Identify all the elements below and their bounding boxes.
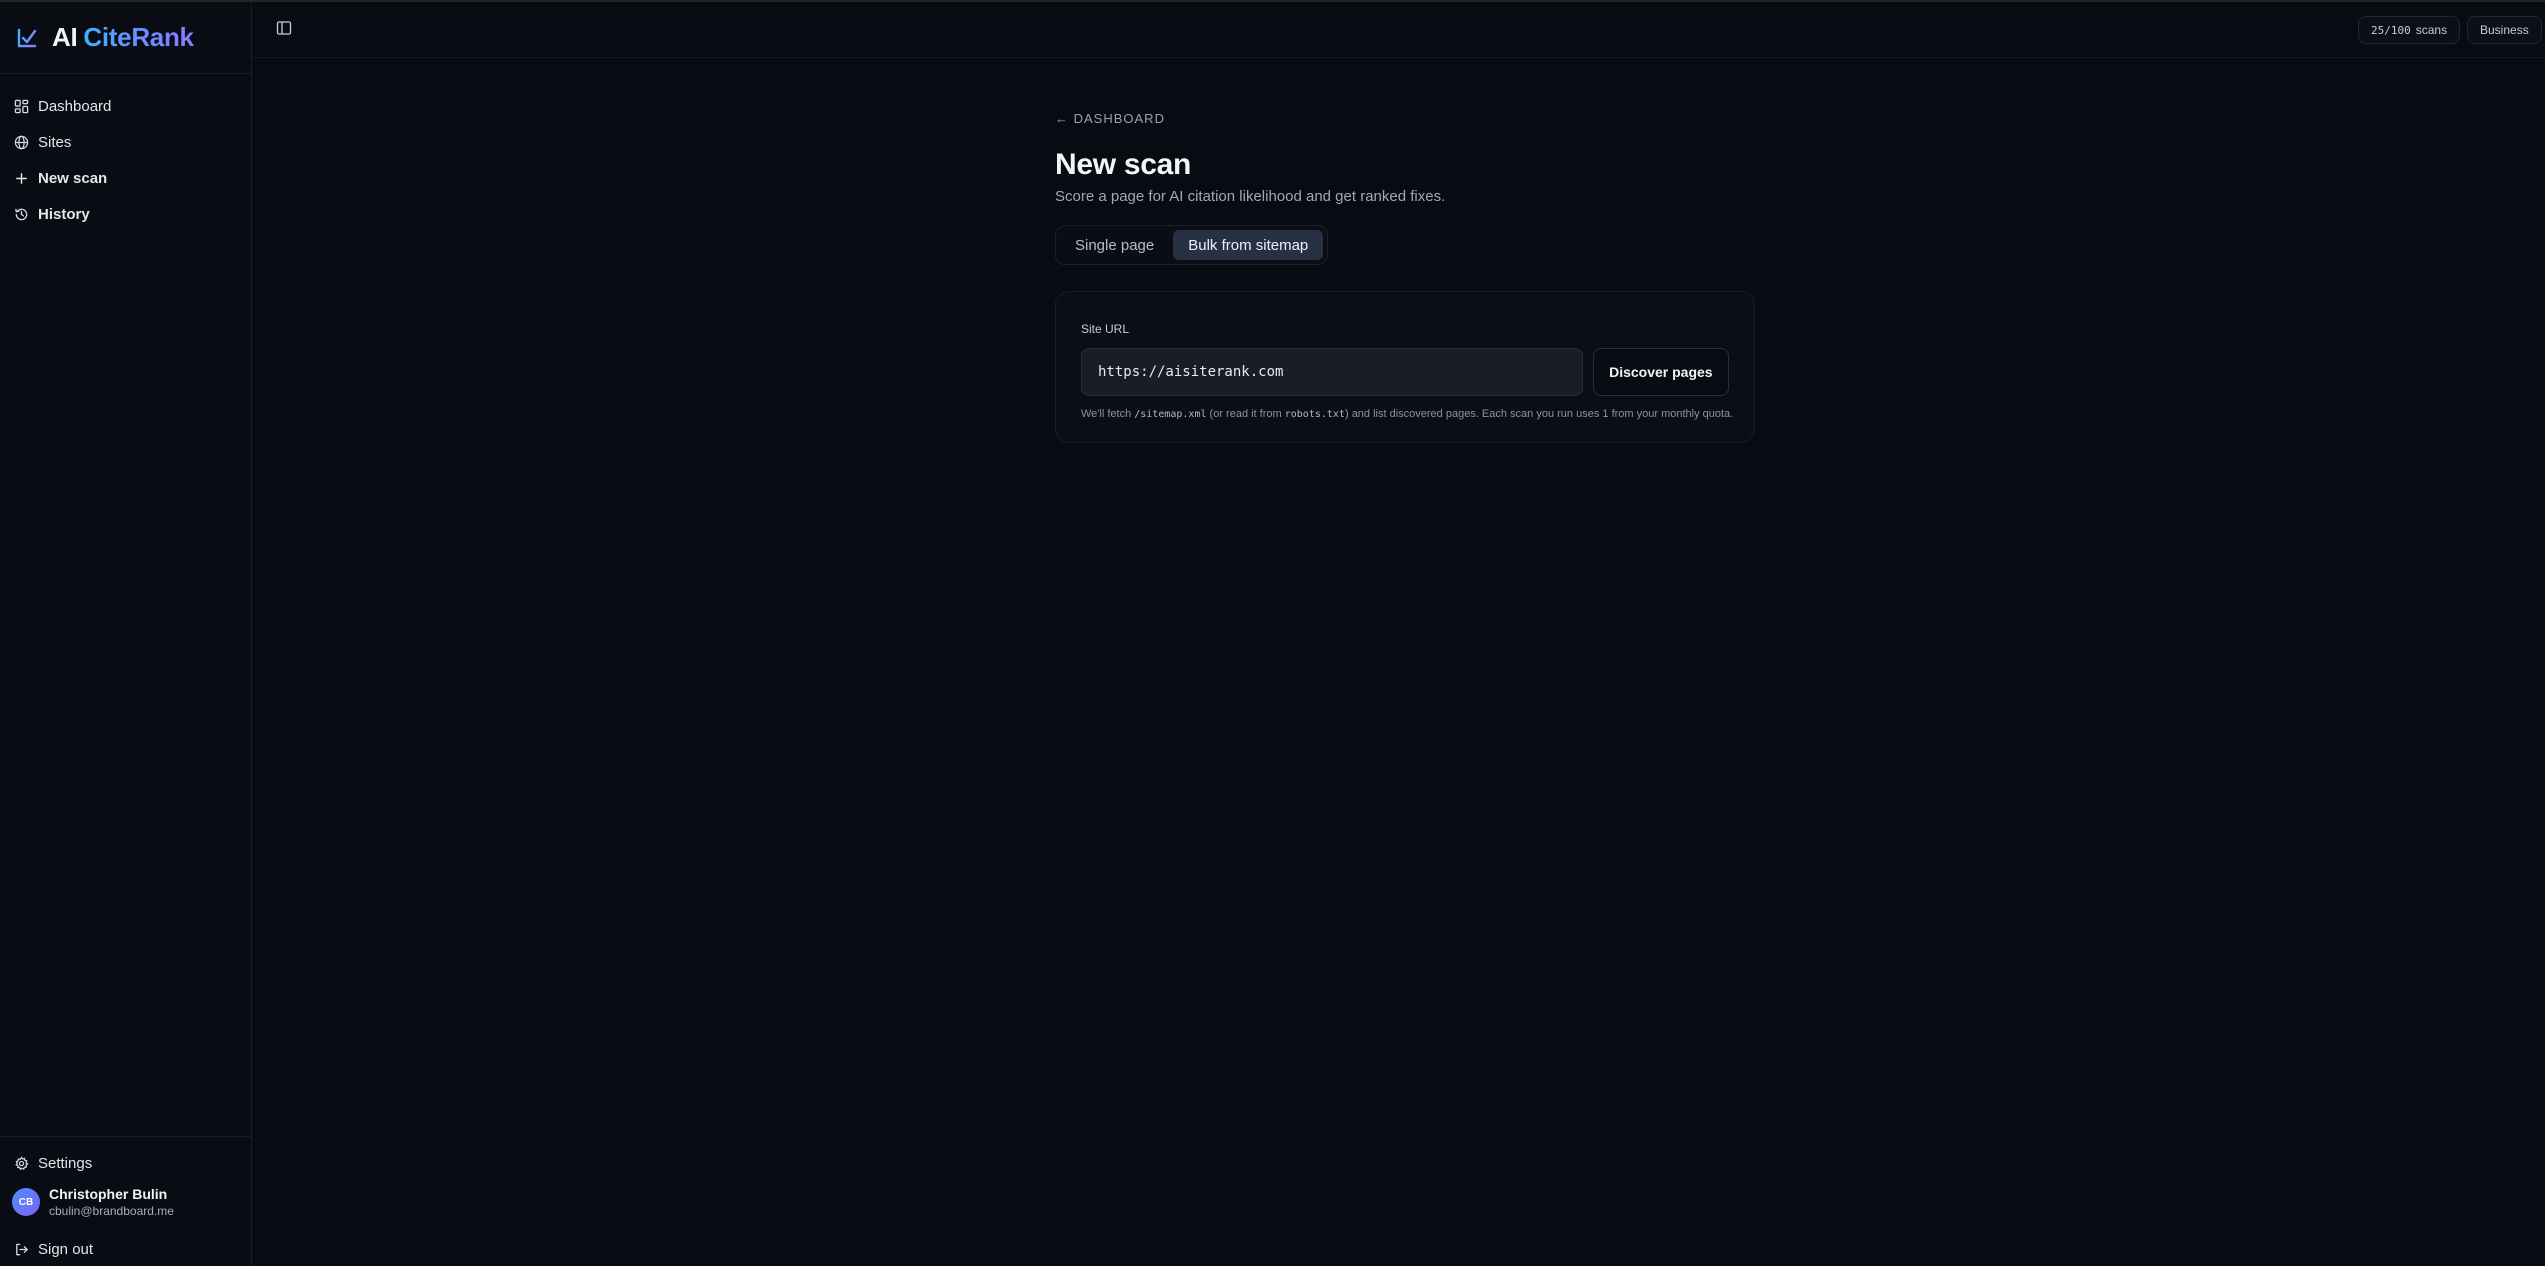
sign-out-icon xyxy=(14,1242,29,1257)
sidebar-item-sign-out[interactable]: Sign out xyxy=(0,1231,93,1266)
sidebar-toggle-icon[interactable] xyxy=(276,20,292,36)
page-title: New scan xyxy=(1055,148,1191,181)
dashboard-icon xyxy=(14,99,29,114)
scan-quota-badge: 25/100 scans xyxy=(2358,16,2461,44)
sidebar-item-label: New scan xyxy=(38,169,108,187)
user-profile[interactable]: CB Christopher Bulin cbulin@brandboard.m… xyxy=(12,1185,174,1219)
gear-icon xyxy=(14,1155,29,1171)
sidebar-nav: Dashboard Sites New scan History xyxy=(0,74,251,232)
scan-mode-tabs: Single page Bulk from sitemap xyxy=(1055,225,1329,265)
logo-icon xyxy=(17,28,37,47)
sidebar-item-settings[interactable]: Settings xyxy=(0,1145,92,1181)
top-bar: 25/100 scans Business xyxy=(252,2,2545,58)
brand-logo[interactable]: AI CiteRank xyxy=(0,2,251,74)
tab-bulk-from-sitemap[interactable]: Bulk from sitemap xyxy=(1173,230,1324,260)
site-url-input[interactable] xyxy=(1081,348,1583,396)
scan-quota-count: 25/100 xyxy=(2371,23,2411,37)
sidebar-item-label: Settings xyxy=(38,1154,93,1172)
hint-code-robots: robots.txt xyxy=(1284,409,1345,420)
user-name: Christopher Bulin xyxy=(49,1186,168,1202)
brand-prefix: AI xyxy=(52,22,78,52)
sidebar-item-dashboard[interactable]: Dashboard xyxy=(0,88,251,124)
site-url-label: Site URL xyxy=(1081,322,1130,336)
sidebar-item-sites[interactable]: Sites xyxy=(0,124,251,160)
sitemap-form-card: Site URL Discover pages We'll fetch /sit… xyxy=(1055,291,1755,443)
brand-wordmark: CiteRank xyxy=(83,22,194,52)
sitemap-hint: We'll fetch /sitemap.xml (or read it fro… xyxy=(1081,408,1733,420)
globe-icon xyxy=(14,135,29,150)
avatar: CB xyxy=(12,1188,40,1216)
discover-pages-button[interactable]: Discover pages xyxy=(1592,348,1729,396)
page-subtitle: Score a page for AI citation likelihood … xyxy=(1055,188,1446,205)
brand-name: AI CiteRank xyxy=(52,22,194,53)
hint-code-sitemap: /sitemap.xml xyxy=(1134,409,1207,420)
tab-single-page[interactable]: Single page xyxy=(1060,230,1169,260)
back-to-dashboard-link[interactable]: ← DASHBOARD xyxy=(1055,111,1165,126)
hint-text: (or read it from xyxy=(1206,408,1285,420)
main-content: ← DASHBOARD New scan Score a page for AI… xyxy=(1055,110,1755,443)
sidebar-item-history[interactable]: History xyxy=(0,196,251,232)
sidebar-item-label: Dashboard xyxy=(38,97,112,115)
user-email: cbulin@brandboard.me xyxy=(49,1204,174,1218)
sidebar-item-label: Sites xyxy=(38,133,72,151)
history-icon xyxy=(14,207,29,222)
sidebar-item-new-scan[interactable]: New scan xyxy=(0,160,251,196)
sidebar-item-label: Sign out xyxy=(38,1240,94,1258)
scan-quota-label: scans xyxy=(2415,23,2448,37)
hint-text: ) and list discovered pages. Each scan y… xyxy=(1344,408,1734,420)
plan-badge: Business xyxy=(2467,16,2542,44)
hint-text: We'll fetch xyxy=(1081,408,1135,420)
sidebar-footer: Settings CB Christopher Bulin cbulin@bra… xyxy=(0,1136,251,1266)
plus-icon xyxy=(14,171,29,186)
sidebar: AI CiteRank Dashboard Sites New scan His… xyxy=(0,2,252,1266)
sidebar-item-label: History xyxy=(38,205,90,223)
